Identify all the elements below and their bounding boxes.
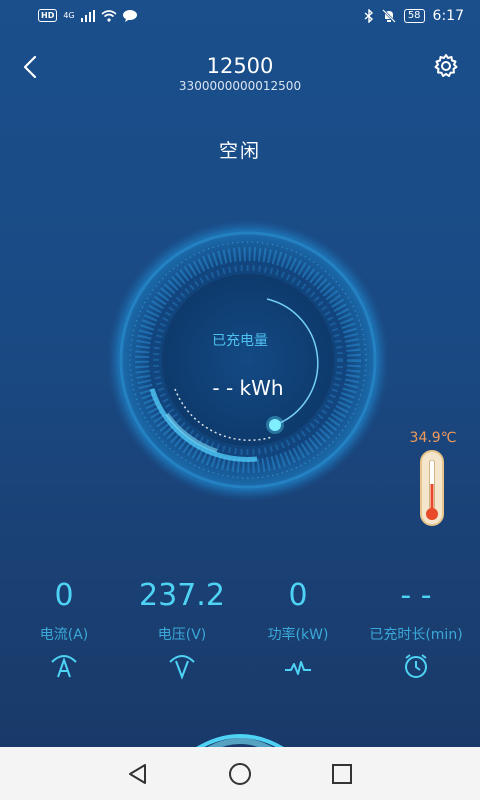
power-icon — [285, 661, 311, 675]
header: 12500 3300000000012500 — [0, 44, 480, 100]
power-label: 功率(kW) — [267, 627, 329, 643]
metric-power: 0 功率(kW) — [238, 576, 358, 682]
mute-bell-icon — [381, 9, 396, 23]
voltage-label: 电压(V) — [157, 627, 207, 643]
thermometer-icon — [420, 450, 444, 526]
signal-icon — [80, 9, 95, 22]
bluetooth-icon — [364, 9, 373, 23]
voltage-icon — [169, 655, 195, 680]
message-icon — [122, 9, 137, 22]
charging-status: 空闲 — [218, 140, 261, 162]
clock-icon — [405, 654, 427, 678]
charged-energy-label: 已充电量 — [212, 333, 268, 349]
charge-gauge — [107, 219, 389, 501]
metric-current: 0 电流(A) — [4, 576, 124, 682]
metric-duration: - - 已充时长(min) — [356, 576, 476, 682]
current-icon — [51, 655, 77, 678]
gear-icon[interactable] — [432, 52, 460, 80]
network-type: 4G — [63, 11, 75, 20]
duration-value: - - — [400, 578, 432, 613]
temperature-value: 34.9℃ — [409, 430, 457, 446]
navigation-bar — [0, 747, 480, 800]
current-label: 电流(A) — [39, 627, 89, 643]
status-bar: HD 4G 58 6:17 — [0, 0, 480, 34]
duration-label: 已充时长(min) — [369, 627, 463, 643]
metric-voltage: 237.2 电压(V) — [122, 576, 242, 682]
wifi-icon — [101, 9, 117, 22]
temperature-widget: 34.9℃ — [406, 430, 460, 530]
status-right: 58 6:17 — [364, 8, 464, 24]
charged-energy-value: - - kWh — [212, 376, 284, 400]
page-title: 12500 — [206, 54, 274, 78]
voltage-value: 237.2 — [139, 578, 225, 613]
battery-indicator: 58 — [403, 9, 425, 23]
current-value: 0 — [54, 578, 74, 613]
status-left: HD 4G — [38, 9, 137, 22]
device-serial: 3300000000012500 — [178, 79, 302, 93]
home-nav-icon[interactable] — [227, 761, 253, 787]
recents-nav-icon[interactable] — [329, 761, 355, 787]
hd-badge: HD — [38, 9, 58, 22]
clock-time: 6:17 — [432, 8, 464, 24]
power-value: 0 — [288, 578, 308, 613]
metrics-row: 0 电流(A) 237.2 电压(V) 0 功率(kW) - - 已充时长(mi… — [0, 576, 480, 686]
back-nav-icon[interactable] — [125, 761, 151, 787]
